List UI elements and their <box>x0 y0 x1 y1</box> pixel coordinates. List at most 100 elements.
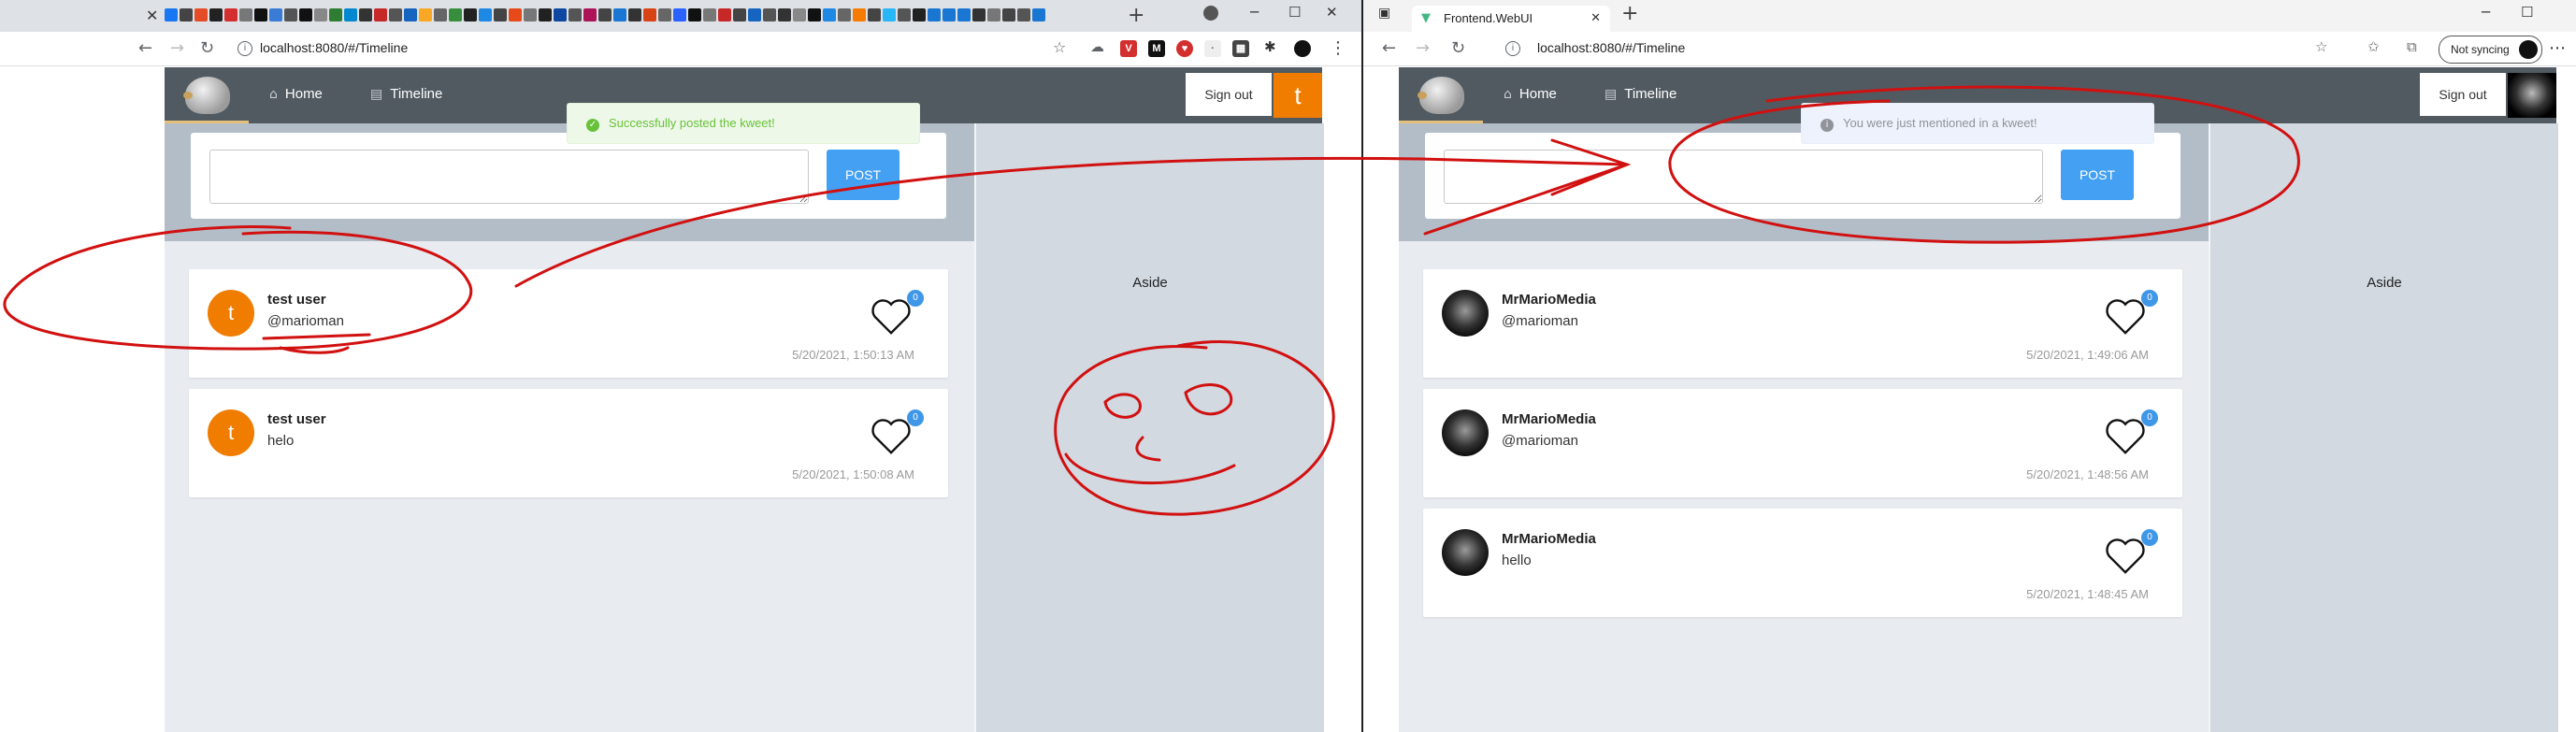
nav-home-label: Home <box>1518 86 1557 102</box>
address-bar-row: ← → ↻ i localhost:8080/#/Timeline ☆ ✩ ⧉ … <box>1363 32 2576 66</box>
site-info-icon[interactable]: i <box>237 41 252 56</box>
document-icon: ▤ <box>370 86 383 102</box>
avatar[interactable]: t <box>208 409 254 456</box>
nav-timeline[interactable]: ▤ Timeline <box>1605 86 1677 102</box>
kweet-card: MrMarioMedia @marioman 0 5/20/2021, 1:49… <box>1423 269 2182 378</box>
kweet-card: t test user helo 0 5/20/2021, 1:50:08 AM <box>189 389 948 497</box>
kweet-text: helo <box>267 433 295 449</box>
minimize-icon[interactable]: ─ <box>2482 4 2490 21</box>
reload-icon[interactable]: ↻ <box>200 38 214 58</box>
extension-icon[interactable]: ♥ <box>1176 40 1193 57</box>
kweet-timestamp: 5/20/2021, 1:50:08 AM <box>792 467 914 481</box>
extension-icon[interactable]: V <box>1120 40 1137 57</box>
kweet-author[interactable]: test user <box>267 411 326 427</box>
app-root: ⌂ Home ▤ Timeline Sign out POST MrMarioM… <box>1399 67 2558 732</box>
aside-label: Aside <box>1132 275 1168 291</box>
tab-actions-icon[interactable]: ▣ <box>1378 6 1390 21</box>
like-count-badge: 0 <box>907 290 924 307</box>
nav-home-label: Home <box>284 86 323 102</box>
timeline-main: POST t test user @marioman 0 5/20/2021, … <box>165 123 974 732</box>
kweet-text: @marioman <box>1502 313 1578 329</box>
nav-home[interactable]: ⌂ Home <box>269 86 323 102</box>
nav-timeline[interactable]: ▤ Timeline <box>370 86 442 102</box>
timeline-main: POST MrMarioMedia @marioman 0 5/20/2021,… <box>1399 123 2209 732</box>
kweet-text: @marioman <box>1502 433 1578 449</box>
extension-icon[interactable]: · <box>1204 40 1221 57</box>
kweet-author[interactable]: test user <box>267 292 326 308</box>
close-window-icon[interactable]: ✕ <box>1326 4 1338 21</box>
avatar[interactable]: t <box>208 290 254 337</box>
like-count-badge: 0 <box>2141 409 2158 426</box>
avatar[interactable] <box>1442 409 1489 456</box>
forward-arrow-icon[interactable]: → <box>170 38 184 58</box>
kweet-author[interactable]: MrMarioMedia <box>1502 531 1596 547</box>
tab-strip: ▣ ▼ Frontend.WebUI ✕ + ─ ☐ <box>1363 0 2576 32</box>
heart-icon[interactable] <box>870 417 913 456</box>
close-icon[interactable]: ✕ <box>146 7 158 25</box>
menu-dots-icon[interactable]: ⋯ <box>2549 38 2566 58</box>
kweet-feed: MrMarioMedia @marioman 0 5/20/2021, 1:49… <box>1423 269 2182 628</box>
new-tab-icon[interactable]: + <box>1621 2 1638 25</box>
puzzle-icon[interactable]: ✱ <box>1264 38 1276 55</box>
minimize-icon[interactable]: ─ <box>1250 4 1259 21</box>
tab-frontend[interactable]: ▼ Frontend.WebUI ✕ <box>1412 6 1610 32</box>
profile-icon[interactable] <box>1203 6 1218 21</box>
user-avatar[interactable]: t <box>1274 73 1322 118</box>
collections-icon[interactable]: ⧉ <box>2407 38 2417 55</box>
app-logo[interactable] <box>1399 67 1483 123</box>
post-button[interactable]: POST <box>827 150 899 200</box>
favorites-icon[interactable]: ✩ <box>2367 38 2380 55</box>
kweet-composer: POST <box>191 133 946 219</box>
nav-timeline-label: Timeline <box>1624 86 1677 102</box>
tab-strip: ✕ + ─ ☐ ✕ <box>0 0 1361 32</box>
kweet-timestamp: 5/20/2021, 1:49:06 AM <box>2026 348 2149 362</box>
back-arrow-icon[interactable]: ← <box>1382 38 1396 58</box>
maximize-icon[interactable]: ☐ <box>2521 4 2533 21</box>
reload-icon[interactable]: ↻ <box>1451 38 1465 58</box>
sign-out-button[interactable]: Sign out <box>2420 73 2506 116</box>
cloud-icon[interactable]: ☁ <box>1090 38 1104 55</box>
maximize-icon[interactable]: ☐ <box>1288 4 1301 21</box>
sign-out-button[interactable]: Sign out <box>1186 73 1272 116</box>
forward-arrow-icon[interactable]: → <box>1416 38 1430 58</box>
back-arrow-icon[interactable]: ← <box>138 38 152 58</box>
avatar[interactable] <box>1442 290 1489 337</box>
favorite-star-icon[interactable]: ☆ <box>2315 38 2327 55</box>
url-field[interactable]: localhost:8080/#/Timeline <box>1537 40 1685 55</box>
heart-icon[interactable] <box>870 297 913 337</box>
kweet-card: MrMarioMedia @marioman 0 5/20/2021, 1:48… <box>1423 389 2182 497</box>
post-button[interactable]: POST <box>2061 150 2134 200</box>
close-icon[interactable]: ✕ <box>1590 10 1601 25</box>
pinned-tab-favicons[interactable] <box>165 8 1046 23</box>
kweet-author[interactable]: MrMarioMedia <box>1502 292 1596 308</box>
site-info-icon[interactable]: i <box>1505 41 1520 56</box>
kweet-card: MrMarioMedia hello 0 5/20/2021, 1:48:45 … <box>1423 509 2182 617</box>
kweet-timestamp: 5/20/2021, 1:48:56 AM <box>2026 467 2149 481</box>
new-tab-icon[interactable]: + <box>1128 4 1144 27</box>
heart-icon[interactable] <box>2104 417 2147 456</box>
avatar[interactable] <box>1442 529 1489 576</box>
app-logo[interactable] <box>165 67 249 123</box>
kweet-input[interactable] <box>209 150 809 204</box>
extension-icon[interactable]: ▦ <box>1232 40 1249 57</box>
kweet-author[interactable]: MrMarioMedia <box>1502 411 1596 427</box>
sync-button[interactable]: Not syncing <box>2439 36 2542 64</box>
bookmark-star-icon[interactable]: ☆ <box>1053 38 1066 56</box>
heart-icon[interactable] <box>2104 537 2147 576</box>
kweet-input[interactable] <box>1444 150 2043 204</box>
kweet-text: @marioman <box>267 313 344 329</box>
like-count-badge: 0 <box>907 409 924 426</box>
aside-panel: Aside <box>2209 123 2558 732</box>
nav-home[interactable]: ⌂ Home <box>1504 86 1557 102</box>
left-browser-window: ✕ + ─ ☐ ✕ ← → ↻ i localhost:8080/#/Timel… <box>0 0 1361 732</box>
menu-dots-icon[interactable]: ⋮ <box>1330 38 1346 58</box>
kweet-card: t test user @marioman 0 5/20/2021, 1:50:… <box>189 269 948 378</box>
aside-panel: Aside <box>974 123 1324 732</box>
profile-avatar-icon[interactable] <box>1294 40 1311 57</box>
aside-label: Aside <box>2367 275 2402 291</box>
user-avatar[interactable] <box>2508 73 2556 118</box>
extension-icon[interactable]: M <box>1148 40 1165 57</box>
heart-icon[interactable] <box>2104 297 2147 337</box>
url-field[interactable]: localhost:8080/#/Timeline <box>260 40 408 55</box>
nav-timeline-label: Timeline <box>390 86 443 102</box>
